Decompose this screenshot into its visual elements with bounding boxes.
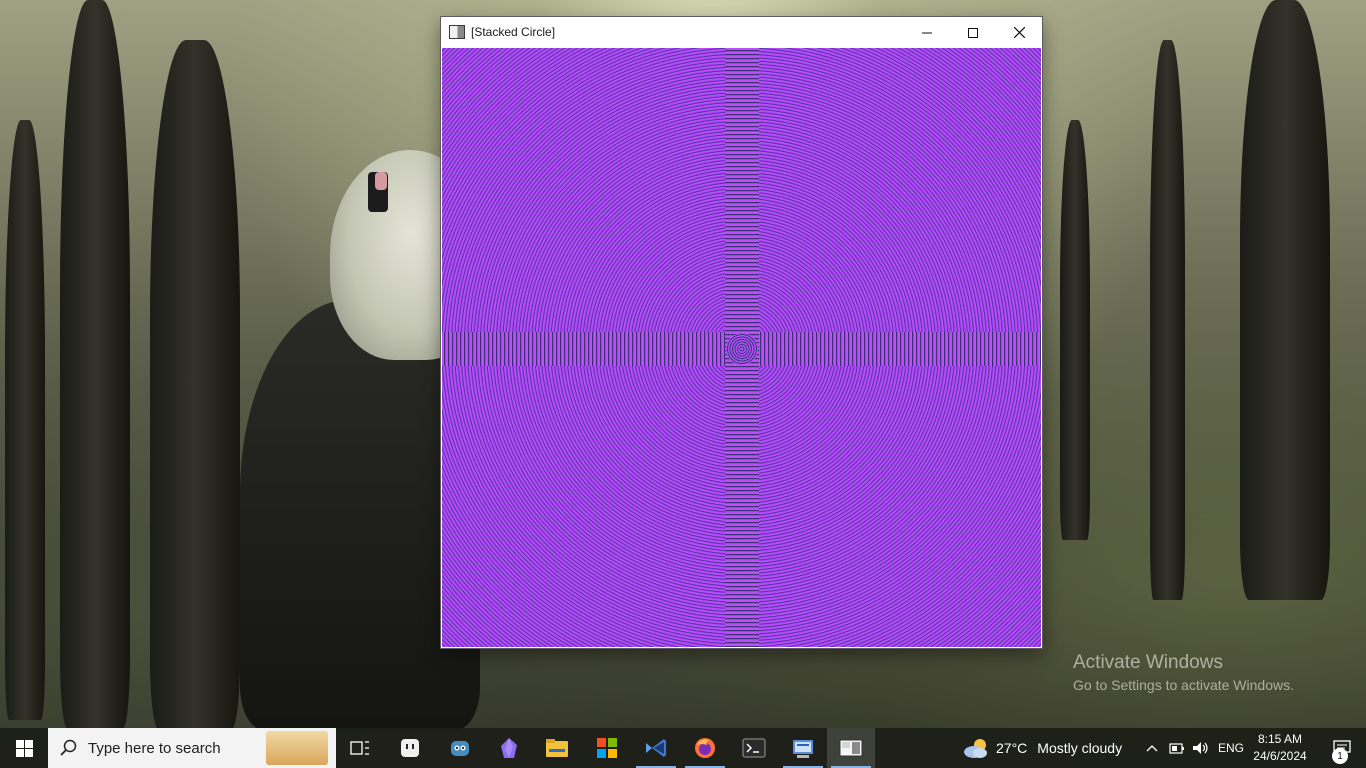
stacked-circle-canvas[interactable] [442, 48, 1041, 647]
minimize-icon [922, 32, 932, 33]
visual-studio-icon[interactable] [632, 728, 680, 768]
tree-trunk [1240, 0, 1330, 600]
stacked-circle-app-icon[interactable] [827, 728, 875, 768]
search-placeholder: Type here to search [88, 740, 221, 757]
minimize-button[interactable] [904, 17, 950, 48]
concentric-circle-center [726, 333, 758, 365]
app-ghost-icon[interactable] [386, 728, 434, 768]
maximize-icon [968, 27, 978, 38]
task-view-icon[interactable] [336, 728, 384, 768]
weather-temperature: 27°C [996, 740, 1028, 756]
tree-trunk [60, 0, 130, 728]
tree-trunk [1060, 120, 1090, 540]
weather-widget[interactable]: 27°C Mostly cloudy [962, 728, 1122, 768]
firefox-icon[interactable] [681, 728, 729, 768]
volume-tray[interactable] [1190, 728, 1212, 768]
clock-date: 24/6/2024 [1253, 749, 1307, 763]
microsoft-store-icon[interactable] [583, 728, 631, 768]
taskbar: Type here to search 27°C Mostly cloudy E… [0, 728, 1366, 768]
tree-trunk [1150, 40, 1185, 600]
hair-ribbon [375, 172, 387, 190]
window-titlebar[interactable]: [Stacked Circle] [441, 17, 1042, 48]
cloudy-weather-icon [964, 739, 987, 758]
start-button[interactable] [0, 728, 48, 768]
close-icon [1013, 27, 1025, 38]
app-window-icon [449, 25, 465, 39]
activation-watermark: Activate Windows Go to Settings to activ… [1073, 652, 1294, 693]
windows-logo-icon [15, 739, 33, 757]
watermark-title: Activate Windows [1073, 652, 1223, 673]
window-title: [Stacked Circle] [471, 25, 556, 39]
battery-network-tray[interactable] [1166, 728, 1188, 768]
show-hidden-icons-button[interactable] [1142, 728, 1162, 768]
search-highlight-image [266, 731, 328, 765]
maximize-button[interactable] [950, 17, 996, 48]
terminal-icon[interactable] [730, 728, 778, 768]
speaker-icon [1193, 742, 1208, 754]
notification-badge: 1 [1332, 748, 1348, 764]
tree-trunk [150, 40, 240, 730]
obsidian-icon[interactable] [485, 728, 533, 768]
file-explorer-icon[interactable] [533, 728, 581, 768]
watermark-subtitle: Go to Settings to activate Windows. [1073, 677, 1294, 693]
control-panel-icon[interactable] [779, 728, 827, 768]
stacked-circle-window[interactable]: [Stacked Circle] [441, 17, 1042, 648]
tree-trunk [5, 120, 45, 720]
weather-condition: Mostly cloudy [1037, 740, 1123, 756]
chevron-up-icon [1146, 745, 1158, 752]
clock[interactable]: 8:15 AM 24/6/2024 [1250, 731, 1310, 765]
search-box[interactable]: Type here to search [48, 728, 336, 768]
input-language[interactable]: ENG [1214, 728, 1248, 768]
close-button[interactable] [996, 17, 1042, 48]
network-icon [1169, 743, 1184, 754]
search-icon [60, 739, 77, 756]
clock-time: 8:15 AM [1257, 732, 1303, 746]
godot-icon[interactable] [436, 728, 484, 768]
